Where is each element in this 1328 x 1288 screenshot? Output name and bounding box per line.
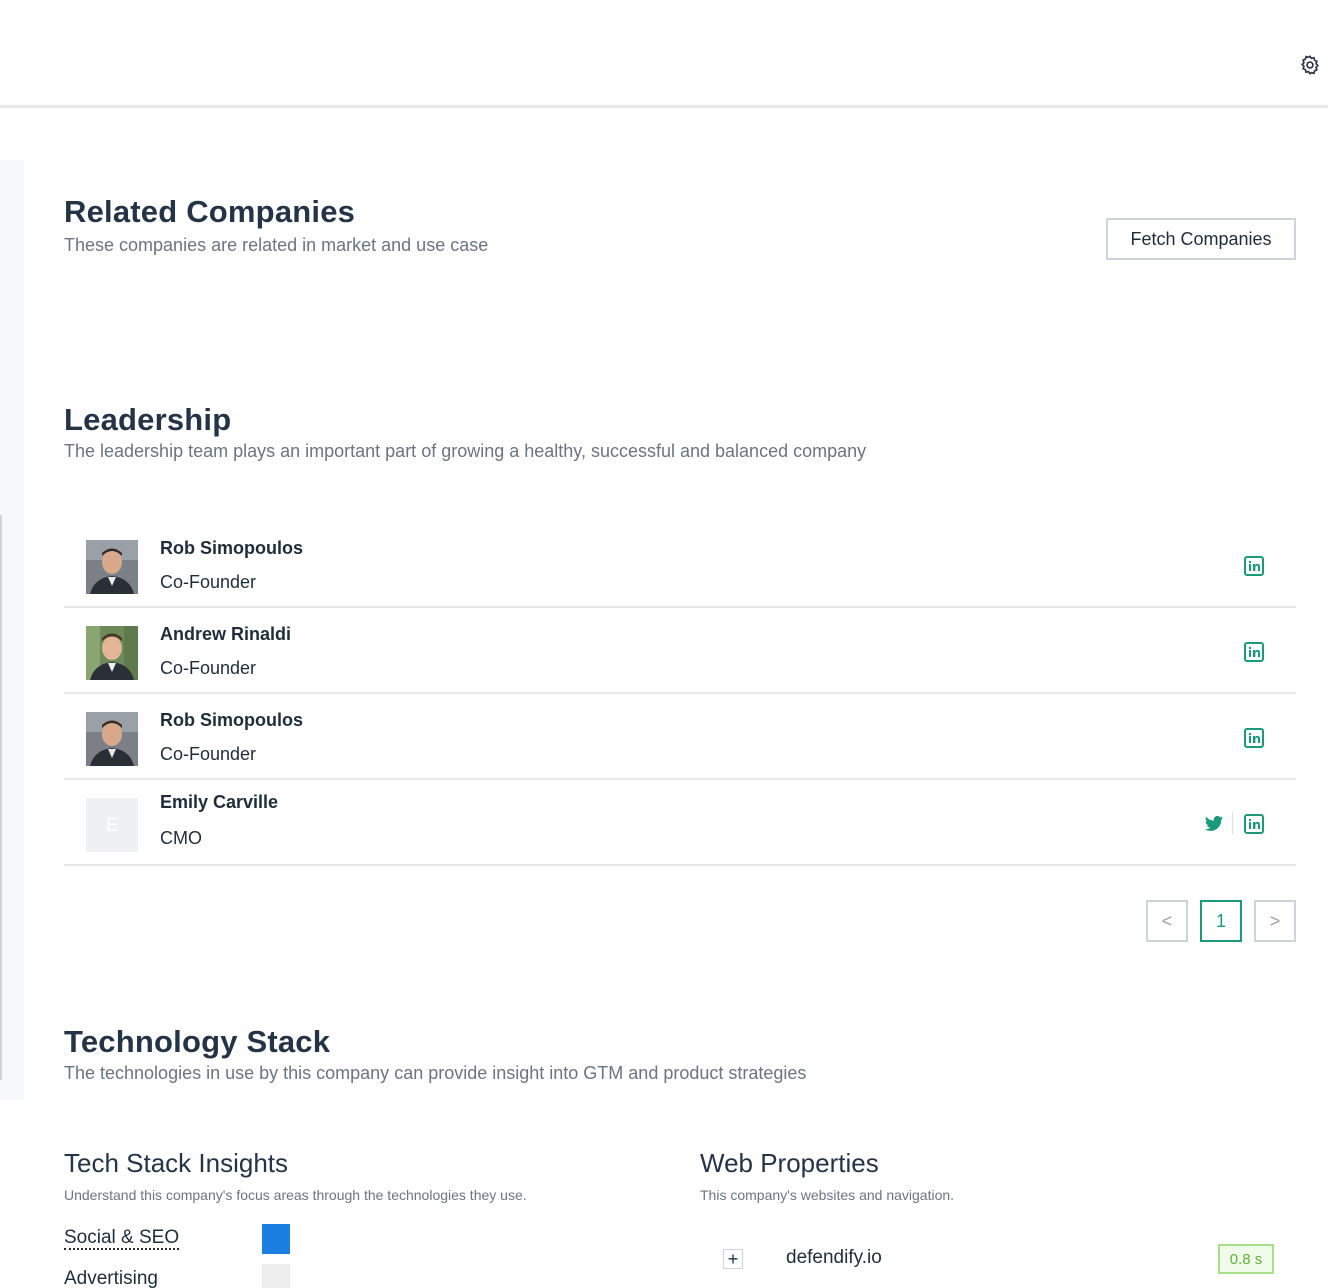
leader-name: Emily Carville bbox=[160, 792, 279, 812]
web-property-domain[interactable]: defendify.io bbox=[786, 1247, 882, 1269]
insight-label-advertising[interactable]: Advertising bbox=[64, 1268, 158, 1288]
pagination-prev-button[interactable]: < bbox=[1146, 900, 1188, 942]
insight-swatch bbox=[262, 1264, 290, 1288]
fetch-companies-button[interactable]: Fetch Companies bbox=[1106, 218, 1296, 260]
avatar bbox=[86, 626, 138, 680]
left-rail-divider bbox=[0, 515, 3, 1080]
expand-button[interactable]: + bbox=[723, 1249, 743, 1269]
speed-badge: 0.8 s bbox=[1218, 1244, 1274, 1274]
avatar bbox=[86, 712, 138, 766]
web-properties-description: This company's websites and navigation. bbox=[700, 1187, 955, 1203]
linkedin-icon[interactable] bbox=[1244, 556, 1264, 576]
leader-name: Andrew Rinaldi bbox=[160, 624, 292, 644]
leader-role: Co-Founder bbox=[160, 744, 257, 764]
related-companies-subtitle: These companies are related in market an… bbox=[64, 235, 489, 255]
list-item: Rob Simopoulos Co-Founder bbox=[64, 694, 1296, 780]
linkedin-icon[interactable] bbox=[1244, 814, 1264, 834]
tech-insights-description: Understand this company's focus areas th… bbox=[64, 1187, 527, 1203]
linkedin-icon[interactable] bbox=[1244, 642, 1264, 662]
insight-swatch bbox=[262, 1224, 290, 1254]
leader-name: Rob Simopoulos bbox=[160, 538, 303, 558]
leader-role: CMO bbox=[160, 828, 202, 848]
list-item: Andrew Rinaldi Co-Founder bbox=[64, 608, 1296, 694]
avatar: E bbox=[86, 798, 138, 852]
avatar bbox=[86, 540, 138, 594]
leadership-title: Leadership bbox=[64, 402, 232, 437]
list-item: E Emily Carville CMO bbox=[64, 780, 1296, 866]
icon-separator bbox=[1232, 812, 1233, 834]
leader-name: Rob Simopoulos bbox=[160, 710, 303, 730]
insight-label-social-seo[interactable]: Social & SEO bbox=[64, 1228, 180, 1250]
tech-insights-title: Tech Stack Insights bbox=[64, 1148, 288, 1178]
related-companies-title: Related Companies bbox=[64, 194, 356, 229]
pagination-next-button[interactable]: > bbox=[1254, 900, 1296, 942]
left-rail bbox=[0, 160, 24, 1100]
twitter-icon[interactable] bbox=[1204, 814, 1224, 834]
list-item: Rob Simopoulos Co-Founder bbox=[64, 522, 1296, 608]
linkedin-icon[interactable] bbox=[1244, 728, 1264, 748]
leadership-subtitle: The leadership team plays an important p… bbox=[64, 441, 867, 461]
technology-stack-subtitle: The technologies in use by this company … bbox=[64, 1063, 807, 1083]
leader-role: Co-Founder bbox=[160, 572, 257, 592]
leadership-list: Rob Simopoulos Co-Founder Andrew Rinaldi… bbox=[64, 522, 1296, 866]
pagination-page-button[interactable]: 1 bbox=[1200, 900, 1242, 942]
gear-icon[interactable] bbox=[1298, 53, 1322, 77]
technology-stack-title: Technology Stack bbox=[64, 1024, 331, 1059]
web-properties-title: Web Properties bbox=[700, 1148, 879, 1178]
top-bar bbox=[0, 0, 1328, 108]
leader-role: Co-Founder bbox=[160, 658, 257, 678]
